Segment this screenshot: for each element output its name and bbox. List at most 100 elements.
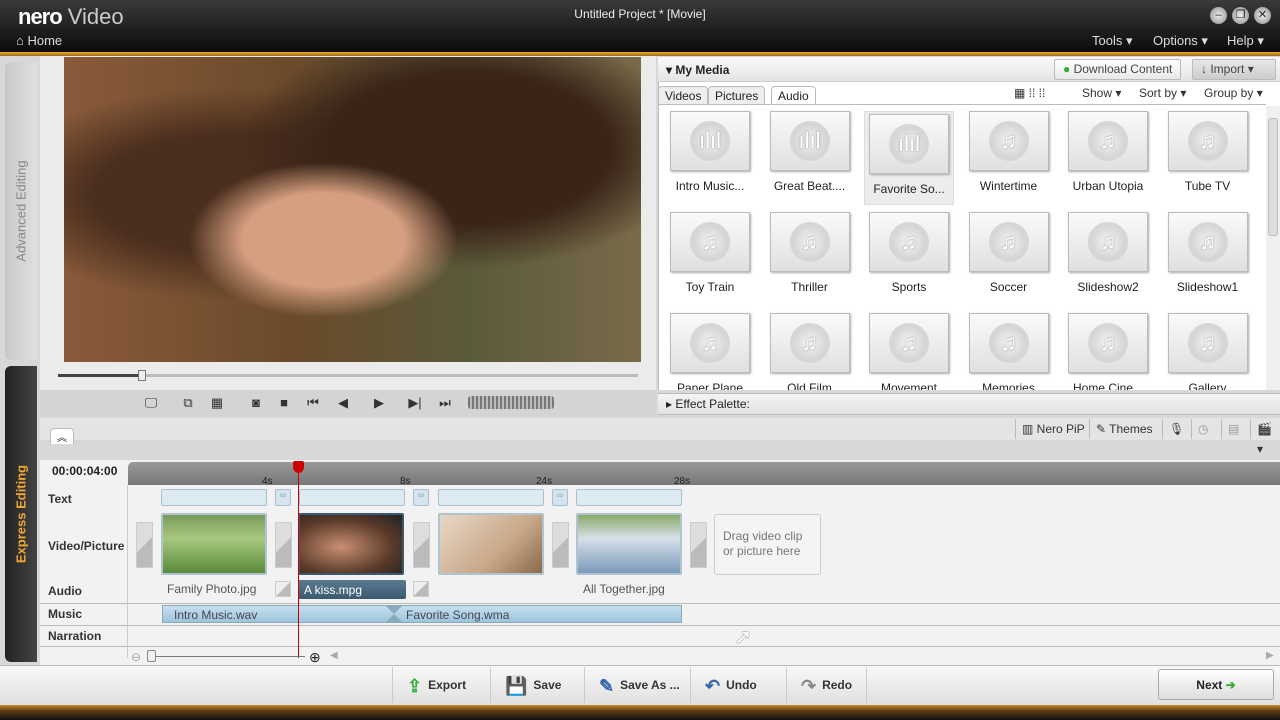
groupby-dropdown[interactable]: Group by ▾ [1204, 86, 1263, 100]
menu-tools[interactable]: Tools ▾ [1092, 33, 1133, 49]
media-header [658, 57, 1280, 82]
scroll-right-icon[interactable]: ▶ [1266, 650, 1274, 661]
download-content-button[interactable]: ● Download Content [1054, 59, 1182, 80]
step-back-icon[interactable]: ◀ [332, 394, 354, 412]
media-item-label: Home Cine... [1072, 381, 1144, 390]
media-item[interactable]: ♫ Thriller [765, 212, 855, 294]
scroll-left-icon[interactable]: ◀ [330, 650, 338, 661]
media-scrollbar[interactable] [1266, 106, 1280, 390]
timer-icon[interactable]: ◷ [1191, 419, 1214, 439]
playhead[interactable] [298, 462, 299, 658]
effect-palette[interactable]: ▸ Effect Palette: [658, 393, 1280, 415]
tab-express-editing[interactable]: Express Editing [5, 366, 37, 662]
scroll-thumb[interactable] [1268, 118, 1278, 236]
clip-all-together[interactable] [576, 513, 682, 575]
tab-advanced-editing[interactable]: Advanced Editing [5, 62, 37, 360]
media-item[interactable]: ♫ Movement [864, 313, 954, 390]
sortby-dropdown[interactable]: Sort by ▾ [1139, 86, 1186, 100]
clip-video[interactable] [438, 513, 544, 575]
media-item[interactable]: ♫ Soccer [964, 212, 1054, 294]
link-icon[interactable]: ∞ [413, 489, 429, 506]
audio-transition[interactable] [275, 581, 291, 597]
media-item[interactable]: ♫ Home Cine... [1063, 313, 1153, 390]
view-icons[interactable]: ▦ ⁞⁞ ⁞⁞ [1014, 86, 1045, 100]
audio-transition[interactable] [413, 581, 429, 597]
playhead-handle[interactable] [293, 461, 304, 473]
stop-icon[interactable]: ■ [273, 394, 295, 412]
music-clip-favorite[interactable]: Favorite Song.wma [406, 608, 509, 622]
media-item[interactable]: ♫ Slideshow1 [1163, 212, 1253, 294]
themes-button[interactable]: ✎ Themes [1089, 419, 1159, 439]
tab-pictures[interactable]: Pictures [708, 86, 766, 105]
clapper-icon[interactable]: 🎬▾ [1250, 419, 1280, 456]
media-item-label: Sports [891, 280, 927, 294]
import-button[interactable]: ↓ Import ▾ [1192, 59, 1276, 80]
zoom-slider[interactable] [150, 656, 305, 657]
link-icon[interactable]: ∞ [275, 489, 291, 506]
drop-zone[interactable]: Drag video clip or picture here [714, 514, 821, 575]
zoom-out-icon[interactable]: ⊖ [131, 650, 141, 664]
disc-icon[interactable]: ▤ [1221, 419, 1245, 439]
menu-help[interactable]: Help ▾ [1227, 33, 1264, 49]
go-start-icon[interactable]: ⏮ [302, 394, 324, 412]
detach-icon[interactable]: ⧉ [177, 394, 199, 412]
media-item[interactable]: ♫ Paper Plane [665, 313, 755, 390]
tab-videos[interactable]: Videos [658, 86, 709, 105]
media-item[interactable]: ♫ Toy Train [665, 212, 755, 294]
media-item[interactable]: ♫ Urban Utopia [1063, 111, 1153, 193]
tab-audio[interactable]: Audio [771, 86, 816, 105]
music-clip-intro[interactable]: Intro Music.wav [174, 608, 257, 622]
minimize-icon[interactable]: – [1210, 7, 1227, 24]
go-end-icon[interactable]: ⏭ [434, 394, 456, 412]
save-as-button[interactable]: ✎ Save As ... [584, 667, 694, 703]
media-item[interactable]: ılıl Favorite So... [864, 111, 954, 205]
undo-button[interactable]: ↶ Undo [690, 667, 771, 703]
display-mode-icon[interactable]: 🖵 [140, 394, 162, 412]
collapse-icon[interactable]: ︽ [50, 428, 74, 444]
zoom-in-icon[interactable]: ⊕ [309, 649, 321, 666]
redo-button[interactable]: ↷ Redo [786, 667, 868, 703]
save-button[interactable]: 💾 Save [490, 667, 575, 703]
clip-family-photo[interactable] [161, 513, 267, 575]
export-button[interactable]: ⇪ Export [392, 667, 480, 703]
snapshot-icon[interactable]: ◙ [245, 394, 267, 412]
transition-slot[interactable] [275, 522, 292, 568]
text-slot[interactable] [299, 489, 405, 506]
zoom-slider-handle[interactable] [147, 650, 156, 662]
clip-a-kiss[interactable] [298, 513, 404, 575]
music-note-icon: ♫ [1088, 222, 1128, 262]
play-icon[interactable]: ▶ [368, 394, 390, 412]
media-item[interactable]: ılıl Great Beat.... [765, 111, 855, 193]
close-icon[interactable]: ✕ [1254, 7, 1271, 24]
transition-slot[interactable] [413, 522, 430, 568]
media-item[interactable]: ♫ Sports [864, 212, 954, 294]
media-item[interactable]: ♫ Tube TV [1163, 111, 1253, 193]
transition-slot[interactable] [690, 522, 707, 568]
restore-icon[interactable]: ❐ [1232, 7, 1249, 24]
menu-options[interactable]: Options ▾ [1153, 33, 1208, 49]
step-forward-icon[interactable]: ▶| [404, 394, 426, 412]
text-slot[interactable] [576, 489, 682, 506]
home-button[interactable]: ⌂ Home [16, 33, 62, 48]
media-item[interactable]: ♫ Wintertime [964, 111, 1054, 193]
jog-wheel[interactable] [468, 396, 554, 409]
transition-slot[interactable] [136, 522, 153, 568]
scrubber-handle[interactable] [138, 370, 146, 381]
microphone-icon[interactable]: 🎙 [1162, 419, 1190, 439]
media-item[interactable]: ılıl Intro Music... [665, 111, 755, 193]
aspect-icon[interactable]: ▦ [206, 394, 228, 412]
link-icon[interactable]: ∞ [552, 489, 568, 506]
transition-slot[interactable] [552, 522, 569, 568]
media-item[interactable]: ♫ Gallery [1163, 313, 1253, 390]
media-item[interactable]: ♫ Memories [964, 313, 1054, 390]
show-dropdown[interactable]: Show ▾ [1082, 86, 1121, 100]
text-slot[interactable] [161, 489, 267, 506]
text-slot[interactable] [438, 489, 544, 506]
waveform-icon: ılıl [789, 121, 830, 161]
media-item[interactable]: ♫ Slideshow2 [1063, 212, 1153, 294]
my-media-title[interactable]: ▾ My Media [666, 63, 729, 77]
clip-name-selected[interactable]: A kiss.mpg [298, 580, 406, 599]
media-item[interactable]: ♫ Old Film [765, 313, 855, 390]
next-button[interactable]: Next ➔ [1158, 669, 1274, 700]
nero-pip-button[interactable]: ▥ Nero PiP [1015, 419, 1091, 439]
